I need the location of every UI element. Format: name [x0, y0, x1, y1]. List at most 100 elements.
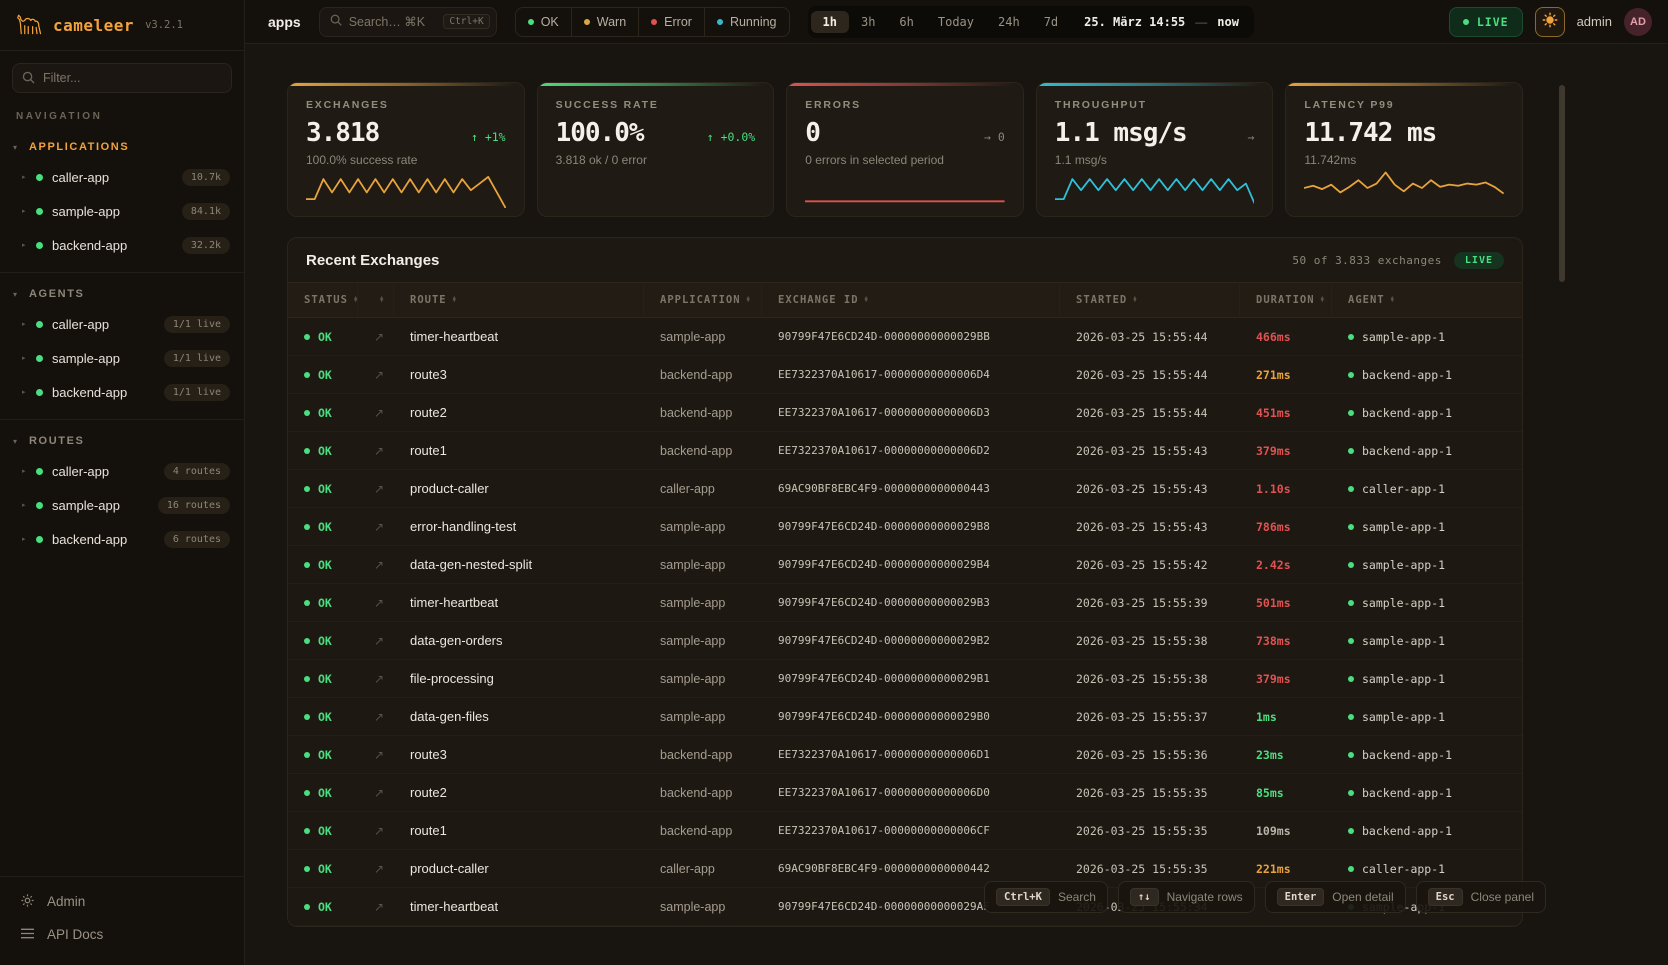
- status-filter-ok[interactable]: OK: [516, 8, 571, 36]
- sort-icon[interactable]: ▲▼: [1133, 297, 1137, 304]
- row-duration: 2.42s: [1240, 558, 1332, 572]
- agent-status-dot: [1348, 410, 1354, 416]
- item-label: backend-app: [52, 385, 127, 400]
- time-range-1h[interactable]: 1h: [811, 11, 849, 33]
- table-row[interactable]: OK ↗ error-handling-test sample-app 9079…: [288, 508, 1522, 546]
- table-row[interactable]: OK ↗ file-processing sample-app 90799F47…: [288, 660, 1522, 698]
- column-header-link[interactable]: ▲▼: [358, 283, 394, 317]
- table-row[interactable]: OK ↗ route1 backend-app EE7322370A10617-…: [288, 812, 1522, 850]
- table-row[interactable]: OK ↗ route2 backend-app EE7322370A10617-…: [288, 774, 1522, 812]
- sort-icon[interactable]: ▲▼: [865, 297, 869, 304]
- sidebar-item-caller-app[interactable]: ▸ caller-app 10.7k: [0, 160, 244, 194]
- column-header-route[interactable]: ROUTE ▲▼: [394, 283, 644, 317]
- table-row[interactable]: OK ↗ timer-heartbeat sample-app 90799F47…: [288, 584, 1522, 622]
- external-link-icon[interactable]: ↗: [358, 634, 394, 648]
- external-link-icon[interactable]: ↗: [358, 406, 394, 420]
- table-row[interactable]: OK ↗ route3 backend-app EE7322370A10617-…: [288, 356, 1522, 394]
- status-filter-error[interactable]: Error: [638, 8, 704, 36]
- status-filter-running[interactable]: Running: [704, 8, 789, 36]
- date-range[interactable]: 25. März 14:55 — now: [1084, 15, 1239, 29]
- sidebar-group-header[interactable]: ▾ APPLICATIONS: [0, 135, 244, 160]
- external-link-icon[interactable]: ↗: [358, 710, 394, 724]
- item-badge: 10.7k: [182, 169, 230, 186]
- column-header-status[interactable]: STATUS ▲▼: [288, 283, 358, 317]
- sort-icon[interactable]: ▲▼: [1391, 297, 1395, 304]
- sidebar-item-caller-app[interactable]: ▸ caller-app 1/1 live: [0, 307, 244, 341]
- scrollbar-thumb[interactable]: [1559, 85, 1565, 282]
- sort-icon[interactable]: ▲▼: [380, 297, 384, 304]
- sidebar-item-backend-app[interactable]: ▸ backend-app 6 routes: [0, 522, 244, 556]
- item-label: caller-app: [52, 170, 109, 185]
- table-row[interactable]: OK ↗ product-caller caller-app 69AC90BF8…: [288, 470, 1522, 508]
- column-header-agent[interactable]: AGENT ▲▼: [1332, 283, 1522, 317]
- table-row[interactable]: OK ↗ route3 backend-app EE7322370A10617-…: [288, 736, 1522, 774]
- row-started: 2026-03-25 15:55:43: [1060, 444, 1240, 458]
- external-link-icon[interactable]: ↗: [358, 900, 394, 914]
- sort-icon[interactable]: ▲▼: [453, 297, 457, 304]
- status-filter-warn[interactable]: Warn: [571, 8, 638, 36]
- sort-icon[interactable]: ▲▼: [1321, 297, 1325, 304]
- time-range-3h[interactable]: 3h: [849, 11, 887, 33]
- sidebar-item-sample-app[interactable]: ▸ sample-app 84.1k: [0, 194, 244, 228]
- breadcrumb[interactable]: apps: [268, 14, 301, 30]
- external-link-icon[interactable]: ↗: [358, 672, 394, 686]
- table-row[interactable]: OK ↗ data-gen-files sample-app 90799F47E…: [288, 698, 1522, 736]
- sidebar-filter-input[interactable]: [12, 63, 232, 93]
- main-content: EXCHANGES 3.818 ↑ +1% 100.0% success rat…: [245, 44, 1668, 965]
- external-link-icon[interactable]: ↗: [358, 824, 394, 838]
- table-row[interactable]: OK ↗ timer-heartbeat sample-app 90799F47…: [288, 318, 1522, 356]
- sidebar-item-caller-app[interactable]: ▸ caller-app 4 routes: [0, 454, 244, 488]
- external-link-icon[interactable]: ↗: [358, 748, 394, 762]
- live-toggle-button[interactable]: LIVE: [1449, 7, 1523, 37]
- global-search[interactable]: Search… ⌘K Ctrl+K: [319, 7, 497, 37]
- external-link-icon[interactable]: ↗: [358, 368, 394, 382]
- table-row[interactable]: OK ↗ route2 backend-app EE7322370A10617-…: [288, 394, 1522, 432]
- sort-icon[interactable]: ▲▼: [747, 297, 751, 304]
- column-header-duration[interactable]: DURATION ▲▼: [1240, 283, 1332, 317]
- item-badge: 1/1 live: [164, 316, 230, 333]
- external-link-icon[interactable]: ↗: [358, 444, 394, 458]
- row-agent: backend-app-1: [1362, 368, 1452, 382]
- row-route: data-gen-nested-split: [394, 557, 644, 572]
- chip-label: Running: [730, 15, 777, 29]
- time-range-6h[interactable]: 6h: [887, 11, 925, 33]
- time-range-24h[interactable]: 24h: [986, 11, 1032, 33]
- column-header-started[interactable]: STARTED ▲▼: [1060, 283, 1240, 317]
- row-exchange-id: EE7322370A10617-00000000000006D4: [762, 368, 1060, 381]
- row-duration: 109ms: [1240, 824, 1332, 838]
- external-link-icon[interactable]: ↗: [358, 520, 394, 534]
- sidebar-item-sample-app[interactable]: ▸ sample-app 1/1 live: [0, 341, 244, 375]
- sidebar-group-header[interactable]: ▾ ROUTES: [0, 429, 244, 454]
- external-link-icon[interactable]: ↗: [358, 482, 394, 496]
- external-link-icon[interactable]: ↗: [358, 786, 394, 800]
- camel-logo-icon: [16, 12, 44, 39]
- item-label: sample-app: [52, 498, 120, 513]
- sidebar-footer-api-docs[interactable]: API Docs: [0, 918, 244, 951]
- row-application: backend-app: [644, 444, 762, 458]
- table-row[interactable]: OK ↗ route1 backend-app EE7322370A10617-…: [288, 432, 1522, 470]
- chevron-right-icon: ▸: [22, 207, 36, 215]
- external-link-icon[interactable]: ↗: [358, 862, 394, 876]
- card-delta: ↑ +0.0%: [707, 130, 755, 144]
- sidebar-item-backend-app[interactable]: ▸ backend-app 1/1 live: [0, 375, 244, 409]
- external-link-icon[interactable]: ↗: [358, 330, 394, 344]
- column-header-application[interactable]: APPLICATION ▲▼: [644, 283, 762, 317]
- row-agent: sample-app-1: [1362, 596, 1445, 610]
- table-row[interactable]: OK ↗ data-gen-orders sample-app 90799F47…: [288, 622, 1522, 660]
- row-status: OK: [318, 710, 332, 724]
- table-live-badge[interactable]: LIVE: [1454, 252, 1504, 269]
- table-row[interactable]: OK ↗ data-gen-nested-split sample-app 90…: [288, 546, 1522, 584]
- time-range-7d[interactable]: 7d: [1032, 11, 1070, 33]
- sidebar-item-backend-app[interactable]: ▸ backend-app 32.2k: [0, 228, 244, 262]
- theme-toggle-button[interactable]: [1535, 7, 1565, 37]
- external-link-icon[interactable]: ↗: [358, 596, 394, 610]
- stat-cards: EXCHANGES 3.818 ↑ +1% 100.0% success rat…: [287, 82, 1523, 217]
- time-range-today[interactable]: Today: [926, 11, 986, 33]
- sidebar-item-sample-app[interactable]: ▸ sample-app 16 routes: [0, 488, 244, 522]
- sidebar-group-header[interactable]: ▾ AGENTS: [0, 282, 244, 307]
- external-link-icon[interactable]: ↗: [358, 558, 394, 572]
- logo[interactable]: cameleer v3.2.1: [0, 0, 244, 51]
- avatar[interactable]: AD: [1624, 8, 1652, 36]
- sidebar-footer-admin[interactable]: Admin: [0, 885, 244, 918]
- column-header-exchange-id[interactable]: EXCHANGE ID ▲▼: [762, 283, 1060, 317]
